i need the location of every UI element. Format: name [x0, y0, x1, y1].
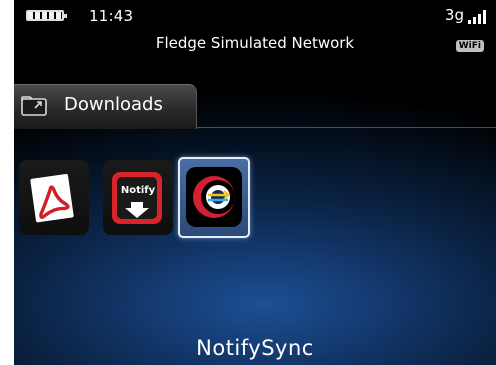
- selected-app-label: NotifySync: [196, 336, 314, 360]
- notify-badge-text: Notify: [120, 185, 156, 196]
- folder-tab-label: Downloads: [64, 94, 163, 115]
- network-name: Fledge Simulated Network: [155, 34, 355, 52]
- app-icon-notify[interactable]: Notify: [103, 160, 173, 235]
- clock: 11:43: [89, 7, 134, 25]
- wifi-icon: WiFi: [455, 40, 484, 52]
- folder-tab-downloads[interactable]: Downloads: [14, 84, 197, 129]
- signal-type-label: 3g: [444, 6, 464, 24]
- adobe-reader-icon: [30, 173, 74, 223]
- notifysync-icon: [186, 167, 242, 227]
- battery-icon: [26, 10, 67, 21]
- folder-icon: [21, 96, 47, 116]
- notify-download-icon: [112, 172, 162, 224]
- signal-bars-icon: [468, 10, 486, 24]
- app-icon-adobe-reader[interactable]: [19, 160, 89, 235]
- status-bar: 11:43 Fledge Simulated Network 3g WiFi: [14, 0, 496, 62]
- tab-divider: [196, 127, 496, 128]
- app-icon-notifysync[interactable]: [178, 157, 250, 238]
- home-screen: 11:43 Fledge Simulated Network 3g WiFi D…: [14, 0, 496, 365]
- signal-indicator: 3g: [445, 6, 486, 24]
